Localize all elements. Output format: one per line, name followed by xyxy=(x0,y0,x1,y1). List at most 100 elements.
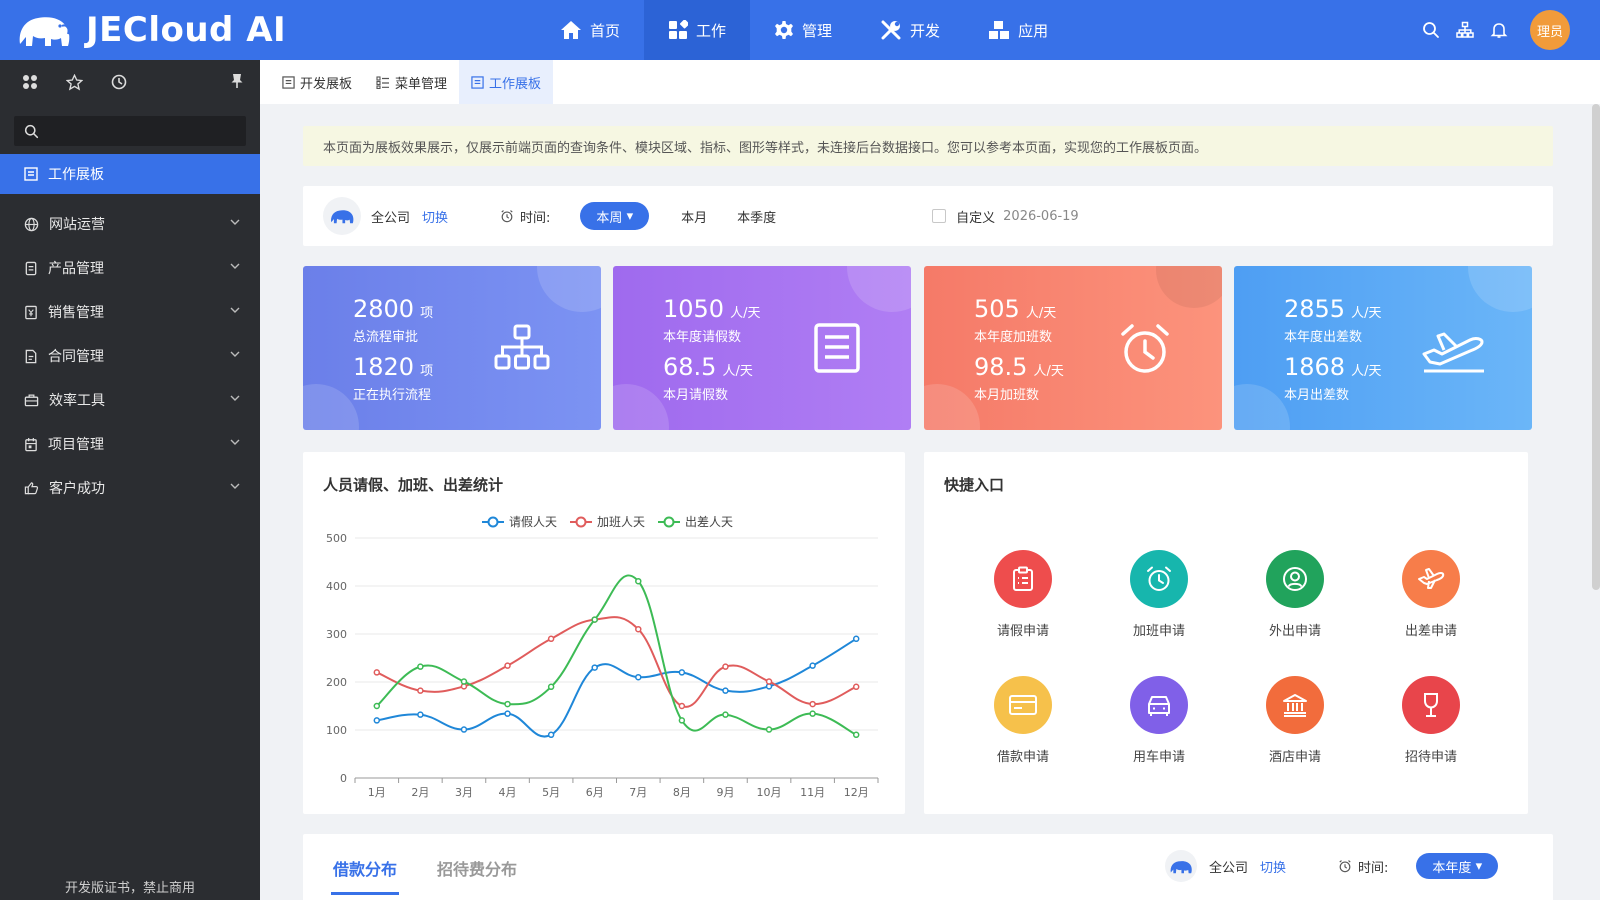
clock-icon[interactable] xyxy=(111,74,127,90)
topnav-label: 工作 xyxy=(696,21,727,40)
search-icon xyxy=(24,124,39,138)
alarm-clock-icon xyxy=(1339,860,1351,873)
sidebar-search[interactable] xyxy=(14,116,246,146)
quick-entry-overtime[interactable]: 加班申请 xyxy=(1104,550,1214,639)
quick-entry-outing[interactable]: 外出申请 xyxy=(1240,550,1350,639)
sidebar-item-customer-success[interactable]: 客户成功 xyxy=(0,466,260,510)
quick-entry-hospitality[interactable]: 招待申请 xyxy=(1376,676,1486,765)
x-tick-label: 7月 xyxy=(629,786,647,799)
sidebar-item-contract[interactable]: 合同管理 xyxy=(0,334,260,378)
quick-entry-hotel[interactable]: 酒店申请 xyxy=(1240,676,1350,765)
decor-circle xyxy=(537,266,601,312)
sidebar-item-website-ops[interactable]: 网站运营 xyxy=(0,202,260,246)
topnav-develop[interactable]: 开发 xyxy=(856,0,964,60)
distribution-tabs: 借款分布 招待费分布 xyxy=(330,856,517,895)
stat-label: 本年度出差数 xyxy=(1284,330,1363,345)
decor-circle xyxy=(1156,266,1222,308)
data-point xyxy=(547,635,555,643)
sidebar-item-product[interactable]: 产品管理 xyxy=(0,246,260,290)
tab-dev-board[interactable]: 开发展板 xyxy=(270,60,364,104)
x-tick-label: 8月 xyxy=(673,786,691,799)
sidebar-item-label: 项目管理 xyxy=(48,437,104,453)
elephant-icon xyxy=(331,210,354,224)
sidebar-item-label: 销售管理 xyxy=(48,305,104,321)
x-tick-label: 10月 xyxy=(757,786,782,799)
sales-icon xyxy=(25,305,37,319)
tab-hospitality-distribution[interactable]: 招待费分布 xyxy=(437,856,517,880)
legend-marker xyxy=(663,516,675,528)
chevron-down-icon xyxy=(230,351,240,357)
sidebar-search-input[interactable] xyxy=(47,123,237,139)
logo[interactable]: JECloud AI xyxy=(16,8,286,52)
bell-icon[interactable] xyxy=(1490,21,1508,39)
custom-range-checkbox[interactable] xyxy=(932,209,947,223)
search-icon[interactable] xyxy=(1422,21,1440,39)
x-tick-label: 2月 xyxy=(411,786,429,799)
data-point xyxy=(809,700,816,708)
switch-company-link[interactable]: 切换 xyxy=(1260,857,1286,876)
custom-date[interactable]: 2026-06-19 xyxy=(1003,209,1079,224)
tab-label: 工作展板 xyxy=(489,76,542,92)
tab-label: 菜单管理 xyxy=(395,76,448,92)
org-chart-icon[interactable] xyxy=(1456,21,1474,39)
company-avatar xyxy=(1165,850,1197,882)
stat-bottom: 68.5 人/天 本月请假数 xyxy=(663,354,753,403)
period-month-option[interactable]: 本月 xyxy=(681,207,707,226)
decor-circle xyxy=(613,384,669,430)
stat-bottom: 1868 人/天 本月出差数 xyxy=(1284,354,1381,403)
topnav-manage[interactable]: 管理 xyxy=(750,0,856,60)
y-tick-label: 500 xyxy=(326,532,347,545)
quick-entry-label: 外出申请 xyxy=(1268,624,1321,639)
avatar[interactable]: 理员 xyxy=(1530,10,1570,50)
stat-unit: 项 xyxy=(420,364,434,379)
user-circle-icon xyxy=(1266,550,1324,608)
apps-icon[interactable] xyxy=(22,74,38,90)
star-icon[interactable] xyxy=(66,73,83,91)
switch-company-link[interactable]: 切换 xyxy=(422,207,448,226)
period-year-button[interactable]: 本年度 ▾ xyxy=(1416,853,1499,879)
topnav-apps[interactable]: 应用 xyxy=(964,0,1072,60)
stat-label: 总流程审批 xyxy=(353,330,419,345)
data-point xyxy=(591,616,598,623)
filter-bar: 全公司 切换 时间: 本周 ▾ 本月 本季度 自定义 2026-06-19 xyxy=(303,186,1553,246)
sidebar-item-work-board[interactable]: 工作展板 xyxy=(0,154,260,194)
stat-top: 2855 人/天 本年度出差数 xyxy=(1284,296,1381,345)
stat-top: 2800 项 总流程审批 xyxy=(353,296,433,345)
list-icon xyxy=(376,75,390,89)
sidebar-item-label: 合同管理 xyxy=(48,349,104,365)
gear-icon xyxy=(775,21,794,39)
topnav-work[interactable]: 工作 xyxy=(644,0,751,60)
tab-work-board[interactable]: 工作展板 xyxy=(459,60,554,104)
sidebar-item-project[interactable]: 项目管理 xyxy=(0,422,260,466)
distribution-panel: 借款分布 招待费分布 全公司 切换 时间: 本年度 ▾ xyxy=(303,834,1553,900)
quick-entry-leave[interactable]: 请假申请 xyxy=(968,550,1078,639)
quick-entry-car[interactable]: 用车申请 xyxy=(1104,676,1214,765)
quick-entry-loan[interactable]: 借款申请 xyxy=(968,676,1078,765)
wine-glass-icon xyxy=(1402,676,1460,734)
quick-entry-trip[interactable]: 出差申请 xyxy=(1376,550,1486,639)
apps-icon xyxy=(669,20,689,39)
sidebar-item-efficiency[interactable]: 效率工具 xyxy=(0,378,260,422)
topnav-home[interactable]: 首页 xyxy=(536,0,644,60)
sidebar-item-sales[interactable]: 销售管理 xyxy=(0,290,260,334)
quick-entry-label: 出差申请 xyxy=(1404,624,1457,639)
period-week-button[interactable]: 本周 ▾ xyxy=(580,202,650,230)
data-point xyxy=(678,669,686,676)
cubes-icon xyxy=(989,21,1010,39)
data-point xyxy=(504,700,511,708)
board-icon xyxy=(24,167,38,181)
pin-icon[interactable] xyxy=(230,73,244,89)
tab-loan-distribution[interactable]: 借款分布 xyxy=(330,856,400,895)
elephant-logo-icon xyxy=(19,17,70,46)
stat-unit: 人/天 xyxy=(1351,364,1382,379)
data-point xyxy=(547,731,555,739)
data-point xyxy=(678,717,686,724)
period-quarter-option[interactable]: 本季度 xyxy=(737,207,776,226)
stat-label: 正在执行流程 xyxy=(353,388,432,403)
page-scrollbar[interactable] xyxy=(1592,104,1600,590)
alarm-clock-icon xyxy=(501,210,513,223)
stat-unit: 人/天 xyxy=(722,364,753,379)
stat-label: 本月请假数 xyxy=(663,388,729,403)
tab-menu-manage[interactable]: 菜单管理 xyxy=(364,60,459,104)
chevron-down-icon xyxy=(230,395,240,401)
